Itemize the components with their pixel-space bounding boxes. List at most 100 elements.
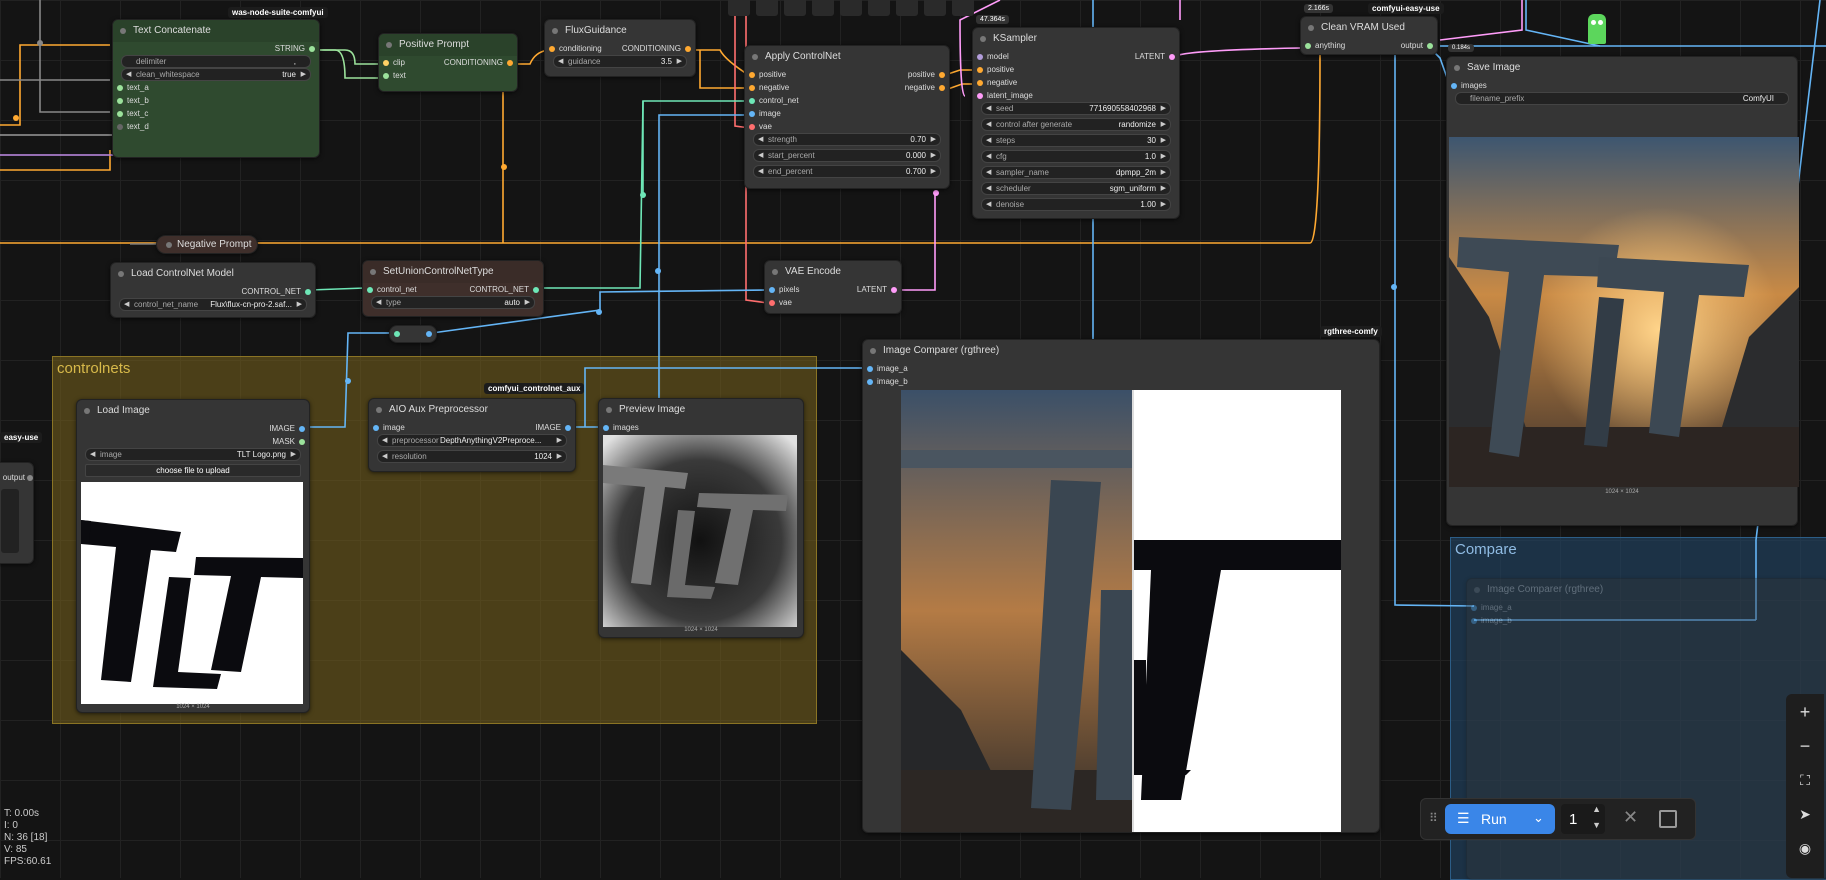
arrow-right-icon[interactable]: ▶ <box>301 69 306 80</box>
arrow-left-icon[interactable]: ◀ <box>758 166 763 177</box>
input-socket[interactable] <box>117 97 123 104</box>
output-socket[interactable] <box>426 331 432 337</box>
widget-image[interactable]: ◀ image TLT Logo.png ▶ <box>85 448 301 461</box>
input-socket[interactable] <box>373 424 379 431</box>
widget-filename-prefix[interactable]: filename_prefix ComfyUI <box>1455 92 1789 105</box>
output-socket[interactable] <box>305 288 311 295</box>
increment-icon[interactable]: ▲ <box>1592 804 1601 814</box>
arrow-left-icon[interactable]: ◀ <box>986 135 991 146</box>
collapse-dot-icon[interactable] <box>84 408 90 414</box>
arrow-right-icon[interactable]: ▶ <box>557 451 562 462</box>
input-socket[interactable] <box>603 424 609 431</box>
fit-view-icon[interactable]: ⛶ <box>1795 770 1815 790</box>
output-socket[interactable] <box>939 71 945 78</box>
collapse-dot-icon[interactable] <box>120 28 126 34</box>
arrow-right-icon[interactable]: ▶ <box>931 150 936 161</box>
arrow-left-icon[interactable]: ◀ <box>986 199 991 210</box>
stop-icon[interactable] <box>1659 810 1677 828</box>
collapse-dot-icon[interactable] <box>1474 587 1480 593</box>
output-socket[interactable] <box>685 45 691 52</box>
arrow-right-icon[interactable]: ▶ <box>1161 151 1166 162</box>
node-vae-encode[interactable]: VAE Encode pixels LATENT vae <box>764 260 902 314</box>
input-socket[interactable] <box>1471 617 1477 624</box>
arrow-left-icon[interactable]: ◀ <box>986 119 991 130</box>
node-left-partial[interactable]: output <box>0 462 34 564</box>
navigate-icon[interactable]: ➤ <box>1795 804 1815 824</box>
arrow-left-icon[interactable]: ◀ <box>986 151 991 162</box>
align-center-icon[interactable] <box>756 0 778 16</box>
arrow-right-icon[interactable]: ▶ <box>557 435 562 446</box>
input-socket[interactable] <box>749 97 755 104</box>
widget-preprocessor[interactable]: ◀ preprocessor DepthAnythingV2Preproce... ▶ <box>377 434 567 447</box>
widget-clean-whitespace[interactable]: ◀ clean_whitespace true ▶ <box>121 68 311 81</box>
arrow-right-icon[interactable]: ▶ <box>677 56 682 67</box>
arrow-right-icon[interactable]: ▶ <box>291 449 296 460</box>
arrow-right-icon[interactable]: ▶ <box>1161 167 1166 178</box>
align-right-icon[interactable] <box>784 0 806 16</box>
output-socket[interactable] <box>1427 42 1433 49</box>
zoom-out-icon[interactable]: − <box>1795 736 1815 756</box>
collapse-dot-icon[interactable] <box>870 348 876 354</box>
output-socket[interactable] <box>309 45 315 52</box>
input-socket[interactable] <box>1305 42 1311 49</box>
widget-seed[interactable]: ◀ seed 771690558402968 ▶ <box>981 102 1171 115</box>
output-socket[interactable] <box>27 474 33 481</box>
arrow-left-icon[interactable]: ◀ <box>986 103 991 114</box>
collapse-dot-icon[interactable] <box>606 407 612 413</box>
input-socket[interactable] <box>394 331 400 337</box>
input-socket[interactable] <box>749 123 755 130</box>
arrow-right-icon[interactable]: ▶ <box>1161 183 1166 194</box>
collapse-dot-icon[interactable] <box>386 42 392 48</box>
node-apply-controlnet[interactable]: Apply ControlNet positive positive negati… <box>744 45 950 189</box>
node-set-union-controlnet[interactable]: SetUnionControlNetType control_net CONTRO… <box>362 260 544 317</box>
run-button[interactable]: ☰ Run ⌄ <box>1445 804 1555 834</box>
align-left-icon[interactable] <box>728 0 750 16</box>
align-top-icon[interactable] <box>812 0 834 16</box>
arrow-right-icon[interactable]: ▶ <box>297 299 302 310</box>
arrow-left-icon[interactable]: ◀ <box>90 449 95 460</box>
arrow-left-icon[interactable]: ◀ <box>126 69 131 80</box>
widget-resolution[interactable]: ◀ resolution 1024 ▶ <box>377 450 567 463</box>
node-aio-aux-preprocessor[interactable]: AIO Aux Preprocessor image IMAGE ◀ preproc… <box>368 398 576 472</box>
output-socket[interactable] <box>299 438 305 445</box>
widget-strength[interactable]: ◀ strength 0.70 ▶ <box>753 133 941 146</box>
input-socket[interactable] <box>977 92 983 99</box>
arrow-left-icon[interactable]: ◀ <box>986 183 991 194</box>
collapse-dot-icon[interactable] <box>752 54 758 60</box>
collapse-dot-icon[interactable] <box>166 242 172 248</box>
cancel-icon[interactable]: ✕ <box>1623 807 1638 828</box>
output-socket[interactable] <box>299 425 305 432</box>
widget-control-after-generate[interactable]: ◀ control after generate randomize ▶ <box>981 118 1171 131</box>
arrow-left-icon[interactable]: ◀ <box>758 134 763 145</box>
node-save-image[interactable]: Save Image images filename_prefix ComfyUI… <box>1446 56 1799 526</box>
node-negative-prompt[interactable]: Negative Prompt <box>156 235 258 254</box>
input-socket[interactable] <box>749 71 755 78</box>
distribute-h-icon[interactable] <box>896 0 918 16</box>
arrange-icon[interactable] <box>952 0 974 16</box>
input-socket[interactable] <box>383 59 389 66</box>
collapse-dot-icon[interactable] <box>1308 25 1314 31</box>
input-socket[interactable] <box>867 365 873 372</box>
input-socket[interactable] <box>367 286 373 293</box>
output-socket[interactable] <box>507 59 513 66</box>
input-socket[interactable] <box>383 72 389 79</box>
canvas-controls[interactable]: + − ⛶ ➤ ◉ <box>1786 694 1824 878</box>
widget-steps[interactable]: ◀ steps 30 ▶ <box>981 134 1171 147</box>
input-socket[interactable] <box>867 378 873 385</box>
visibility-icon[interactable]: ◉ <box>1795 838 1815 858</box>
input-socket[interactable] <box>117 123 123 130</box>
drag-handle-icon[interactable]: ⠿ <box>1429 811 1438 825</box>
input-socket[interactable] <box>977 79 983 86</box>
distribute-v-icon[interactable] <box>924 0 946 16</box>
run-toolbar[interactable]: ⠿ ☰ Run ⌄ 1 ▲ ▼ ✕ <box>1420 798 1696 840</box>
arrow-left-icon[interactable]: ◀ <box>986 167 991 178</box>
widget-guidance[interactable]: ◀ guidance 3.5 ▶ <box>553 55 687 68</box>
input-socket[interactable] <box>977 66 983 73</box>
arrow-left-icon[interactable]: ◀ <box>382 451 387 462</box>
decrement-icon[interactable]: ▼ <box>1592 820 1601 830</box>
arrow-right-icon[interactable]: ▶ <box>931 134 936 145</box>
arrow-right-icon[interactable]: ▶ <box>1161 199 1166 210</box>
collapse-dot-icon[interactable] <box>552 28 558 34</box>
widget-delimiter[interactable]: delimiter, <box>121 55 311 68</box>
batch-count-input[interactable]: 1 ▲ ▼ <box>1561 804 1605 834</box>
